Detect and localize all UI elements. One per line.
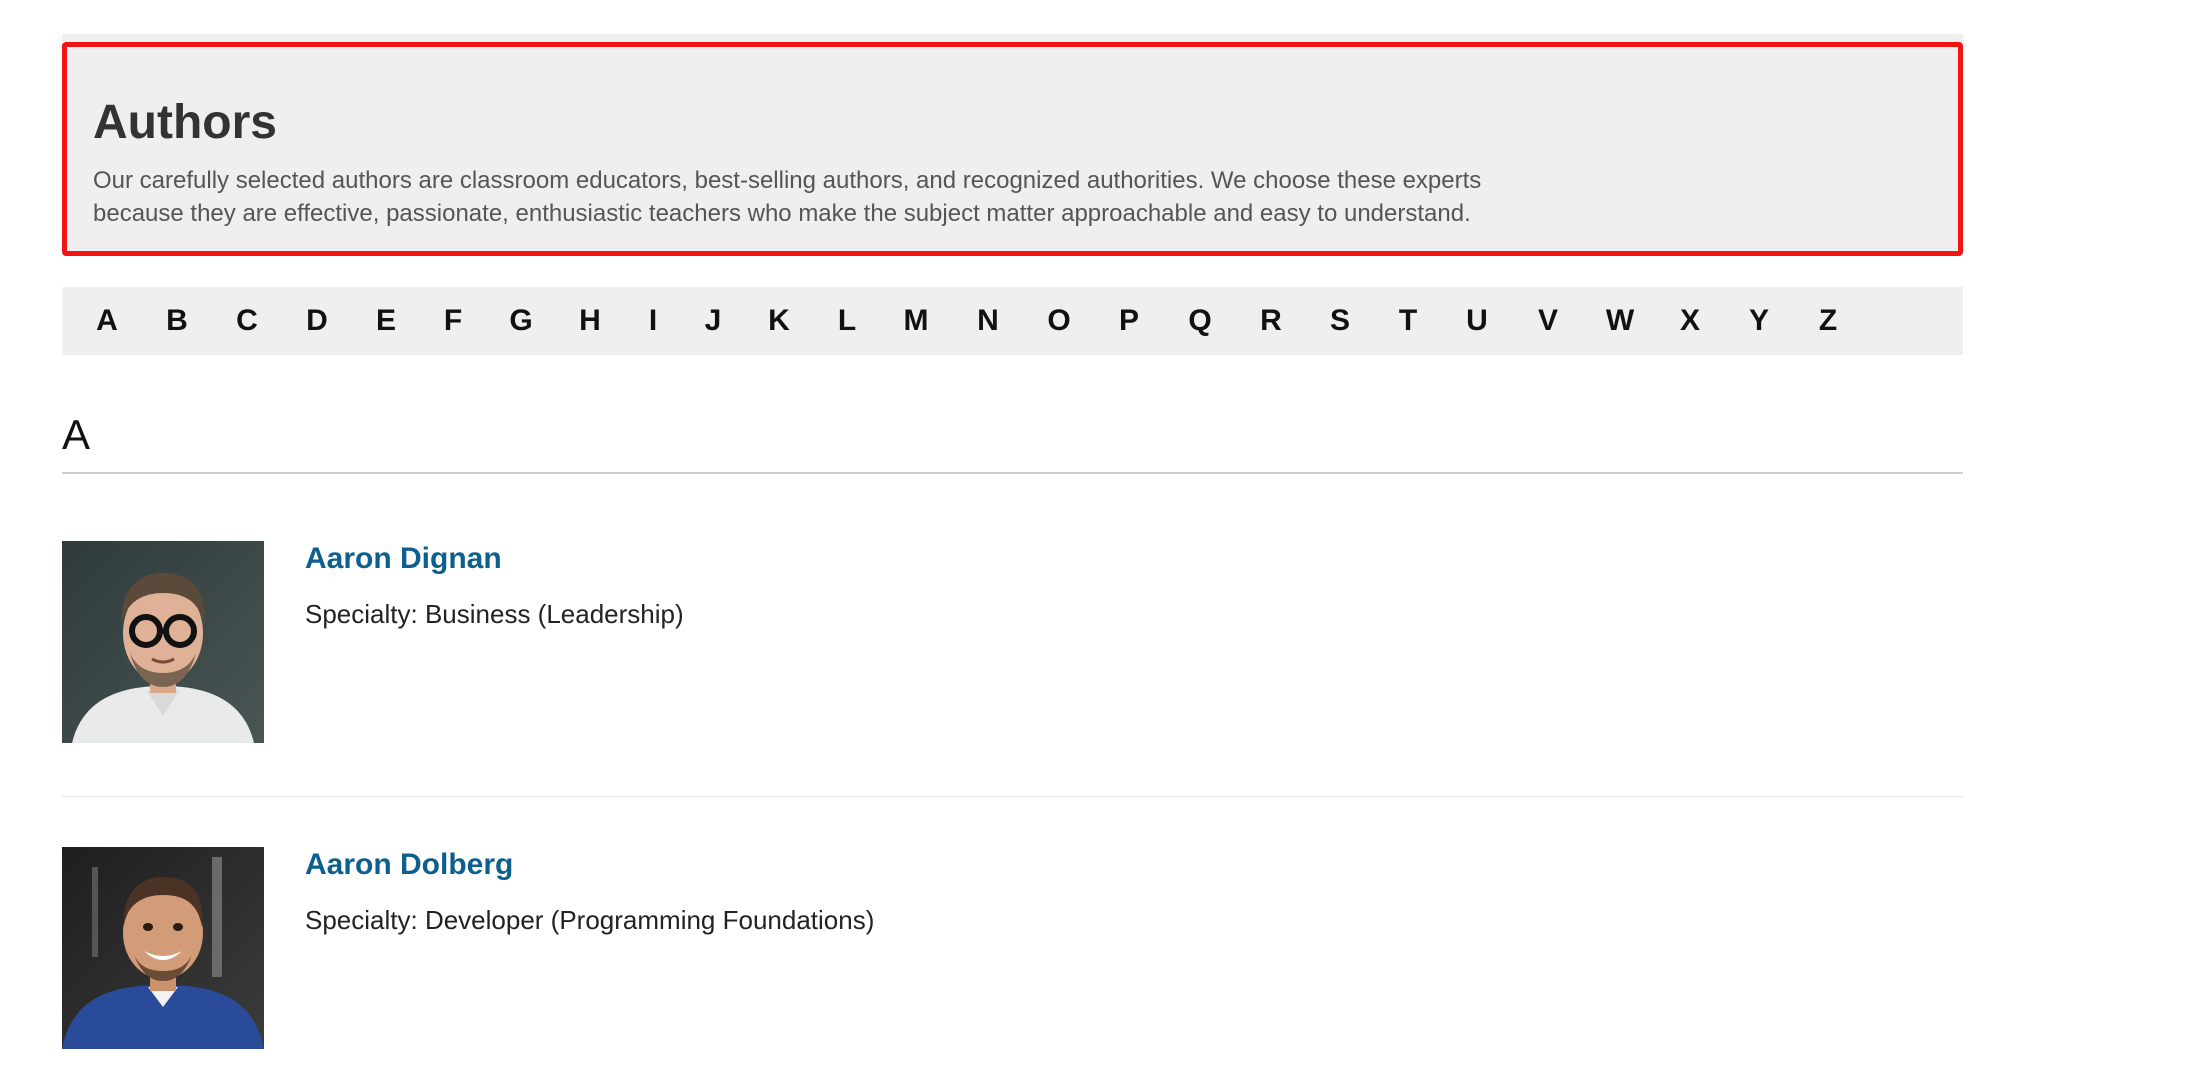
alphabet-filter-h[interactable]: H (556, 304, 624, 338)
alphabet-filter-j[interactable]: J (682, 304, 744, 338)
author-divider (62, 796, 1963, 797)
description-line-1: Our carefully selected authors are class… (93, 167, 1482, 194)
alphabet-filter-n[interactable]: N (952, 304, 1024, 338)
author-name-link[interactable]: Aaron Dolberg (305, 847, 513, 883)
alphabet-filter-l[interactable]: L (814, 304, 880, 338)
authors-hero-panel: Authors Our carefully selected authors a… (62, 42, 1963, 256)
alphabet-filter-p[interactable]: P (1094, 304, 1164, 338)
author-photo[interactable] (62, 541, 264, 743)
author-specialty: Specialty: Business (Leadership) (305, 599, 684, 629)
author-name-link[interactable]: Aaron Dignan (305, 541, 502, 577)
author-portrait-image (62, 847, 264, 1049)
section-heading-letter: A (62, 411, 91, 458)
alphabet-filter-t[interactable]: T (1374, 304, 1442, 338)
alphabet-filter-c[interactable]: C (212, 304, 282, 338)
alphabet-filter-d[interactable]: D (282, 304, 352, 338)
alphabet-filter-f[interactable]: F (420, 304, 486, 338)
author-portrait-image (62, 541, 264, 743)
alphabet-filter-x[interactable]: X (1656, 304, 1724, 338)
alphabet-filter-q[interactable]: Q (1164, 304, 1236, 338)
page-description: Our carefully selected authors are class… (93, 164, 1553, 230)
alphabet-filter-r[interactable]: R (1236, 304, 1306, 338)
alphabet-filter-a[interactable]: A (72, 304, 142, 338)
alphabet-filter-e[interactable]: E (352, 304, 420, 338)
description-line-2: because they are effective, passionate, … (93, 200, 1471, 227)
alphabet-filter-z[interactable]: Z (1794, 304, 1862, 338)
author-photo[interactable] (62, 847, 264, 1049)
alphabet-filter-s[interactable]: S (1306, 304, 1374, 338)
alphabet-filter-i[interactable]: I (624, 304, 682, 338)
alphabet-filter-bar: ABCDEFGHIJKLMNOPQRSTUVWXYZ (62, 287, 1963, 355)
alphabet-filter-g[interactable]: G (486, 304, 556, 338)
page-title: Authors (93, 96, 277, 149)
header-strip (62, 34, 1963, 42)
alphabet-filter-u[interactable]: U (1442, 304, 1512, 338)
alphabet-filter-k[interactable]: K (744, 304, 814, 338)
alphabet-filter-b[interactable]: B (142, 304, 212, 338)
authors-page: Authors Our carefully selected authors a… (0, 0, 2194, 1086)
alphabet-filter-o[interactable]: O (1024, 304, 1094, 338)
alphabet-filter-m[interactable]: M (880, 304, 952, 338)
author-specialty: Specialty: Developer (Programming Founda… (305, 905, 875, 935)
alphabet-filter-y[interactable]: Y (1724, 304, 1794, 338)
alphabet-filter-v[interactable]: V (1512, 304, 1584, 338)
alphabet-filter-w[interactable]: W (1584, 304, 1656, 338)
section-divider (62, 472, 1963, 474)
